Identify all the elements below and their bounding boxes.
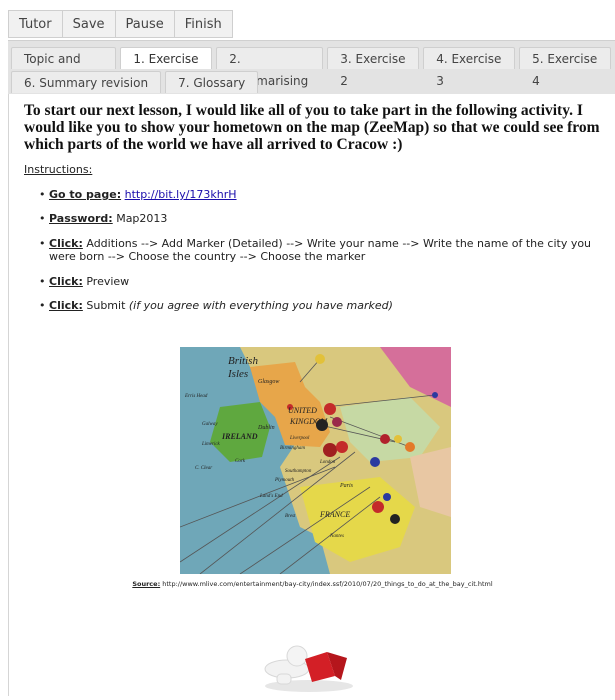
map-pins-image: British Isles Glasgow UNITED KINGDOM IRE… xyxy=(180,347,451,574)
item-text: Additions --> Add Marker (Detailed) --> … xyxy=(49,237,592,263)
map-label: Limerick xyxy=(201,442,221,447)
tutor-button[interactable]: Tutor xyxy=(8,10,63,38)
map-label: Galway xyxy=(202,422,218,427)
item-label: Go to page: xyxy=(49,188,122,201)
map-label: British xyxy=(228,355,258,367)
tab-strip: Topic and goals 1. Exercise 1 2. Summari… xyxy=(8,40,615,95)
source-url: http://www.mlive.com/entertainment/bay-c… xyxy=(162,580,493,588)
map-label: UNITED xyxy=(288,406,317,415)
map-label: Liverpool xyxy=(289,436,310,441)
item-label: Click: xyxy=(49,275,83,288)
item-text: Submit xyxy=(86,299,126,312)
top-toolbar: Tutor Save Pause Finish xyxy=(8,10,233,38)
tab-topic-and-goals[interactable]: Topic and goals xyxy=(11,47,117,88)
tab-exercise-4[interactable]: 5. Exercise 4 xyxy=(519,47,611,88)
reading-figure-image xyxy=(257,614,357,696)
map-label: Nantes xyxy=(329,534,344,539)
finish-button[interactable]: Finish xyxy=(173,10,233,38)
tab-exercise-3[interactable]: 4. Exercise 3 xyxy=(423,47,516,88)
item-label: Click: xyxy=(49,299,83,312)
item-label: Password: xyxy=(49,212,113,225)
tab-exercise-2[interactable]: 3. Exercise 2 xyxy=(327,47,420,88)
tab-exercise-1[interactable]: 1. Exercise 1 xyxy=(120,47,213,88)
map-label: Land's End xyxy=(259,494,283,499)
tab-glossary[interactable]: 7. Glossary xyxy=(165,71,259,93)
map-label: Cork xyxy=(235,459,246,464)
map-label: Southampton xyxy=(285,469,312,474)
map-label: London xyxy=(319,460,336,465)
zeemap-link[interactable]: http://bit.ly/173khrH xyxy=(125,188,237,201)
exercise-content: To start our next lesson, I would like a… xyxy=(8,94,615,696)
pause-button[interactable]: Pause xyxy=(114,10,175,38)
map-label: Paris xyxy=(339,483,354,489)
image-source-caption: Source: http://www.mlive.com/entertainme… xyxy=(9,580,615,588)
map-label: Brest xyxy=(285,514,296,519)
instructions-heading: Instructions: xyxy=(24,163,93,176)
intro-text: To start our next lesson, I would like a… xyxy=(24,102,600,153)
map-label: Plymouth xyxy=(274,478,295,483)
map-label: Erris Head xyxy=(184,394,208,399)
map-label: IRELAND xyxy=(221,432,258,441)
save-button[interactable]: Save xyxy=(61,10,116,38)
tab-summary-revision[interactable]: 6. Summary revision xyxy=(11,71,162,93)
tab-summarising[interactable]: 2. Summarising xyxy=(216,47,324,88)
map-label: FRANCE xyxy=(319,510,350,519)
item-label: Click: xyxy=(49,237,83,250)
map-label: Glasgow xyxy=(258,379,279,385)
password-value: Map2013 xyxy=(116,212,168,225)
item-note: (if you agree with everything you have m… xyxy=(128,299,393,312)
source-label: Source: xyxy=(132,580,161,588)
map-label: Birmingham xyxy=(280,446,305,451)
map-label: Dublin xyxy=(257,425,275,431)
item-text: Preview xyxy=(86,275,130,288)
map-label: Isles xyxy=(227,368,248,380)
map-label: KINGDOM xyxy=(289,417,329,426)
map-label: C. Clear xyxy=(195,466,212,471)
